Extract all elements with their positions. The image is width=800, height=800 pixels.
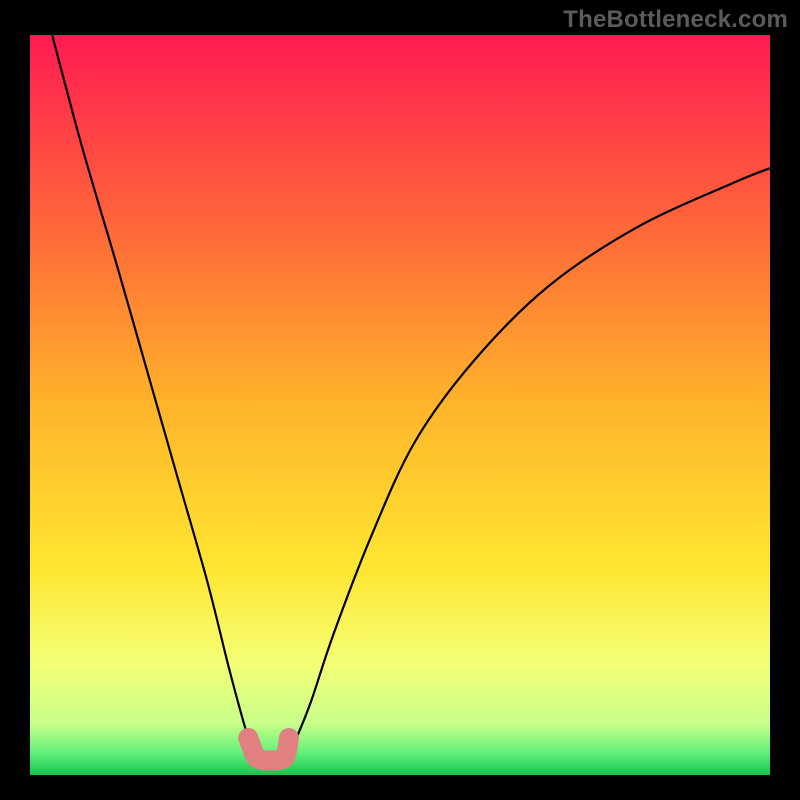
chart-frame: TheBottleneck.com xyxy=(0,0,800,800)
watermark-text: TheBottleneck.com xyxy=(563,6,788,34)
chart-svg xyxy=(0,0,800,800)
gradient-plot-background xyxy=(30,35,770,775)
